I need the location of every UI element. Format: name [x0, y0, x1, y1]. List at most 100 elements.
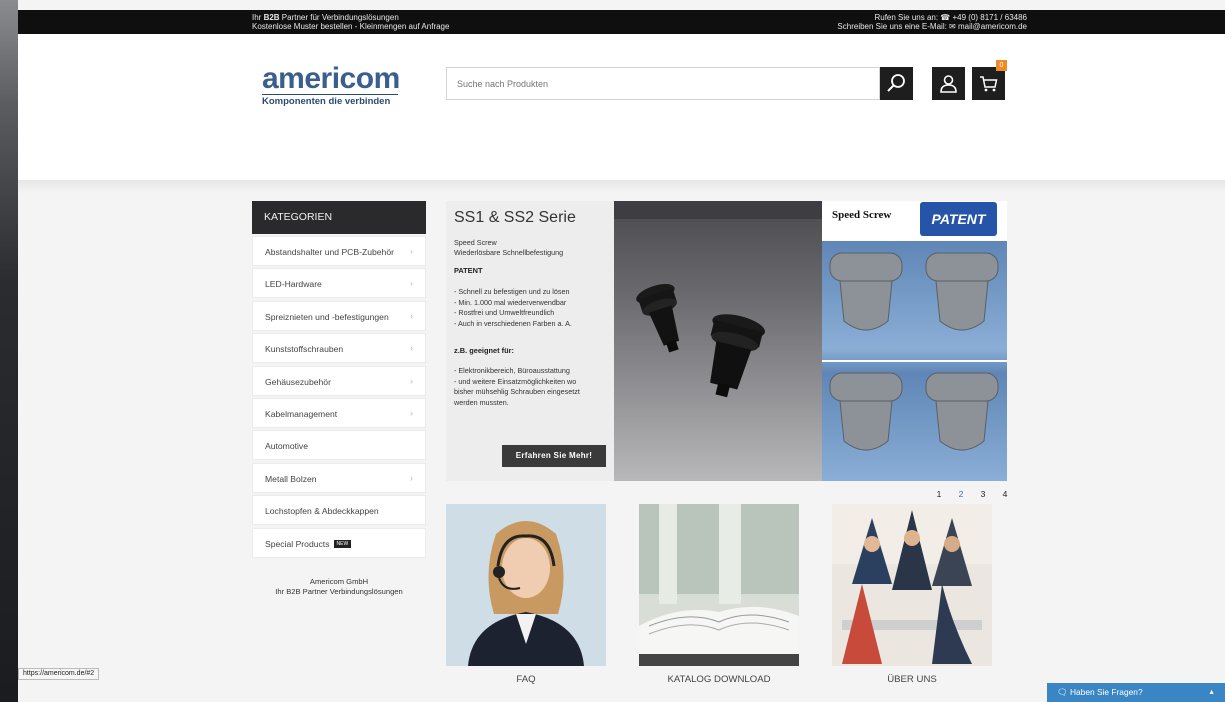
- banner-suitable-line: - Elektronikbereich, Büroausstattung: [454, 366, 570, 375]
- banner-suitable-line: werden mussten.: [454, 397, 509, 407]
- category-label: Spreiznieten und -befestigungen: [265, 311, 389, 322]
- logo-word: americom: [262, 62, 400, 95]
- banner-feature-list: - Schnell zu befestigen und zu lösen - M…: [454, 287, 572, 329]
- screw-renders-image: [822, 252, 1007, 451]
- cart-button[interactable]: [972, 67, 1005, 100]
- category-label: Lochstopfen & Abdeckkappen: [265, 506, 379, 517]
- category-item[interactable]: Kunststoffschrauben ›: [252, 333, 426, 364]
- category-list: Abstandshalter und PCB-Zubehör › LED-Hard…: [252, 236, 426, 560]
- category-label: Gehäusezubehör: [265, 376, 331, 387]
- catalog-download-tile[interactable]: [639, 504, 799, 666]
- site-header: americom Komponenten die verbinden Suche…: [18, 34, 1225, 180]
- chevron-right-icon: ›: [410, 375, 413, 386]
- chat-label: Haben Sie Fragen?: [1069, 687, 1143, 697]
- screen-bezel: [0, 0, 18, 702]
- cart-count-badge: 0: [996, 60, 1007, 71]
- chevron-right-icon: ›: [410, 343, 413, 354]
- banner-subtitle-line1: Speed Screw: [454, 238, 497, 247]
- search-icon: [887, 74, 905, 92]
- page-link-1[interactable]: 1: [928, 489, 950, 499]
- topbar-right: Rufen Sie uns an: ☎ +49 (0) 8171 / 63486…: [837, 13, 1027, 31]
- page-link-2[interactable]: 2: [950, 489, 972, 499]
- logo-tagline: Komponenten die verbinden: [262, 94, 398, 107]
- banner-text-panel: SS1 & SS2 Serie Speed Screw Wiederlösbar…: [446, 201, 614, 481]
- category-label: Automotive: [265, 441, 308, 452]
- banner-patent-heading: PATENT: [454, 266, 483, 275]
- chevron-right-icon: ›: [410, 407, 413, 418]
- banner-pagination: 1234: [928, 489, 1016, 499]
- banner-suitable-list: - Elektronikbereich, Büroausstattung - u…: [454, 366, 580, 408]
- chevron-right-icon: ›: [410, 472, 413, 483]
- banner-product-photo: [614, 201, 822, 481]
- account-button[interactable]: [932, 67, 965, 100]
- category-item[interactable]: Gehäusezubehör ›: [252, 365, 426, 396]
- banner-title: SS1 & SS2 Serie: [454, 209, 576, 226]
- category-label: LED-Hardware: [265, 279, 322, 290]
- categories-heading: KATEGORIEN: [252, 201, 426, 234]
- banner-patent-panel: Speed Screw PATENT: [822, 201, 1007, 481]
- banner-subtitle: Speed Screw Wiederlösbare Schnellbefesti…: [454, 238, 563, 258]
- banner-suitable-line: - und weitere Einsatzmöglichkeiten wo: [454, 376, 577, 386]
- banner-feature: - Auch in verschiedenen Farben a. A.: [454, 318, 572, 328]
- user-icon: [940, 75, 957, 93]
- chevron-up-icon: ▲: [1208, 689, 1215, 696]
- banner-feature: - Rostfrei und Umweltfreundlich: [454, 308, 555, 317]
- banner-suitable-heading: z.B. geeignet für:: [454, 346, 514, 355]
- topbar-left-bold: B2B: [263, 13, 280, 22]
- category-label: Abstandshalter und PCB-Zubehör: [265, 247, 394, 257]
- new-badge: NEW: [333, 540, 352, 549]
- team-photo: [832, 504, 992, 666]
- speed-screw-renders: [822, 241, 1007, 481]
- search-input[interactable]: [447, 68, 879, 99]
- category-item[interactable]: Abstandshalter und PCB-Zubehör ›: [252, 236, 426, 266]
- page-link-3[interactable]: 3: [972, 489, 994, 499]
- catalog-download-link[interactable]: KATALOG DOWNLOAD: [639, 674, 799, 685]
- speed-screw-photo: [614, 201, 822, 398]
- page-link-4[interactable]: 4: [994, 489, 1016, 499]
- category-item[interactable]: Special Products NEW: [252, 527, 426, 558]
- chevron-right-icon: ›: [410, 246, 413, 256]
- category-item[interactable]: Kabelmanagement ›: [252, 397, 426, 428]
- chat-bubble-icon: 🗨: [1057, 687, 1068, 697]
- category-item[interactable]: Metall Bolzen ›: [252, 462, 426, 493]
- page: Ihr B2B Partner für Verbindungslösungen …: [18, 0, 1225, 702]
- patent-badge: PATENT: [920, 202, 997, 236]
- catalog-photo: [639, 504, 799, 666]
- banner-feature: - Min. 1.000 mal wiederverwendbar: [454, 297, 567, 307]
- status-bar-url: https://americom.de/#2: [18, 668, 100, 680]
- about-us-tile[interactable]: [832, 504, 992, 666]
- about-us-link[interactable]: ÜBER UNS: [832, 674, 992, 685]
- banner-feature: - Schnell zu befestigen und zu lösen: [454, 287, 570, 296]
- company-name: Americom GmbH: [309, 577, 369, 586]
- email-link[interactable]: Schreiben Sie uns eine E-Mail: ✉ mail@am…: [837, 22, 1027, 31]
- phone-link[interactable]: Rufen Sie uns an: ☎ +49 (0) 8171 / 63486: [837, 13, 1027, 22]
- category-label: Kabelmanagement: [265, 408, 338, 419]
- top-info-bar: Ihr B2B Partner für Verbindungslösungen …: [18, 10, 1225, 34]
- cart-icon: [980, 76, 998, 92]
- banner-subtitle-line2: Wiederlösbare Schnellbefestigung: [454, 248, 564, 257]
- banner-suitable-line: bisher mühsehlig Schrauben eingesetzt: [454, 387, 580, 396]
- search-field[interactable]: [446, 67, 880, 100]
- learn-more-button[interactable]: Erfahren Sie Mehr!: [502, 445, 606, 467]
- chat-widget[interactable]: 🗨 Haben Sie Fragen? ▲: [1047, 683, 1225, 702]
- company-info: Americom GmbH Ihr B2B Partner Verbindung…: [252, 577, 426, 597]
- category-label: Metall Bolzen: [265, 473, 317, 484]
- category-item[interactable]: LED-Hardware ›: [252, 268, 426, 299]
- faq-tile[interactable]: [446, 504, 606, 666]
- header-shadow: [18, 180, 1225, 194]
- logo[interactable]: americom Komponenten die verbinden: [262, 64, 400, 107]
- category-item[interactable]: Spreiznieten und -befestigungen ›: [252, 300, 426, 331]
- category-label: Special Products: [265, 538, 330, 549]
- search-button[interactable]: [880, 67, 913, 100]
- topbar-left-prefix: Ihr: [252, 13, 264, 22]
- category-label: Kunststoffschrauben: [265, 344, 344, 355]
- topbar-left: Ihr B2B Partner für Verbindungslösungen …: [252, 13, 449, 31]
- company-tagline: Ihr B2B Partner Verbindungslösungen: [275, 587, 403, 596]
- category-item[interactable]: Lochstopfen & Abdeckkappen: [252, 495, 426, 526]
- topbar-left-suffix: Partner für Verbindungslösungen: [279, 13, 399, 22]
- chevron-right-icon: ›: [410, 278, 413, 289]
- category-item[interactable]: Automotive: [252, 430, 426, 461]
- speed-screw-label: Speed Screw: [832, 209, 892, 221]
- faq-link[interactable]: FAQ: [446, 674, 606, 685]
- hero-banner[interactable]: SS1 & SS2 Serie Speed Screw Wiederlösbar…: [446, 201, 1007, 481]
